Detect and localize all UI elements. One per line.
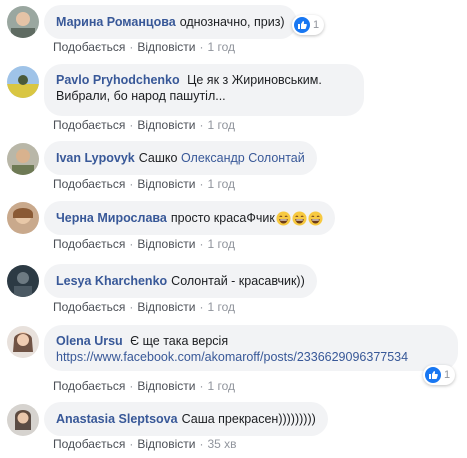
comment-author-link[interactable]: Черна Мирослава (56, 210, 167, 226)
avatar[interactable] (7, 404, 39, 436)
timestamp[interactable]: 1 год (207, 379, 235, 393)
separator-dot: · (129, 300, 134, 314)
comment-author-link[interactable]: Anastasia Sleptsova (56, 411, 178, 427)
reply-link[interactable]: Відповісти (137, 237, 195, 251)
comment-actions: Подобається · Відповісти · 1 год (53, 379, 235, 393)
separator-dot: · (199, 118, 204, 132)
comment-bubble: Марина Романцова однозначно, приз) (44, 5, 297, 39)
timestamp[interactable]: 1 год (207, 177, 235, 191)
like-link[interactable]: Подобається (53, 300, 125, 314)
separator-dot: · (129, 118, 134, 132)
mention-link[interactable]: Олександр Солонтай (181, 150, 305, 166)
comment-bubble: Olena Ursu Є ще така версія https://www.… (44, 325, 458, 371)
like-link[interactable]: Подобається (53, 237, 125, 251)
avatar-photo-icon (7, 6, 39, 38)
reaction-count: 1 (444, 369, 451, 381)
timestamp[interactable]: 1 год (207, 300, 235, 314)
reply-link[interactable]: Відповісти (137, 300, 195, 314)
like-icon (425, 367, 441, 383)
like-link[interactable]: Подобається (53, 177, 125, 191)
like-link[interactable]: Подобається (53, 437, 125, 451)
comment-actions: Подобається · Відповісти · 1 год (53, 40, 235, 54)
timestamp[interactable]: 1 год (207, 118, 235, 132)
post-link[interactable]: https://www.facebook.com/akomaroff/posts… (56, 350, 408, 364)
comment-bubble: Anastasia Sleptsova Саша прекрасен))))))… (44, 402, 328, 436)
reply-link[interactable]: Відповісти (137, 40, 195, 54)
avatar[interactable] (7, 6, 39, 38)
timestamp[interactable]: 1 год (207, 237, 235, 251)
separator-dot: · (129, 437, 134, 451)
avatar-photo-icon (7, 143, 39, 175)
reply-link[interactable]: Відповісти (137, 379, 195, 393)
comment-bubble: Ivan Lypovyk Сашко Олександр Солонтай (44, 141, 317, 175)
comment-author-link[interactable]: Olena Ursu (56, 334, 123, 348)
reply-link[interactable]: Відповісти (137, 437, 195, 451)
comment-actions: Подобається · Відповісти · 1 год (53, 237, 235, 251)
comment-text: Солонтай - красавчик)) (171, 274, 305, 288)
comment-bubble: Lesya Kharchenko Солонтай - красавчик)) (44, 264, 317, 298)
comment-bubble: Черна Мирослава просто красаФчик (44, 201, 335, 235)
like-link[interactable]: Подобається (53, 118, 125, 132)
comment-bubble: Pavlo Pryhodchenko Це як з Жириновським.… (44, 64, 364, 116)
comment-text: однозначно, приз) (179, 15, 285, 29)
avatar[interactable] (7, 143, 39, 175)
comment-actions: Подобається · Відповісти · 1 год (53, 118, 235, 132)
separator-dot: · (129, 237, 134, 251)
separator-dot: · (199, 177, 204, 191)
separator-dot: · (199, 379, 204, 393)
grinning-face-emoji (292, 210, 307, 226)
separator-dot: · (199, 437, 204, 451)
like-link[interactable]: Подобається (53, 40, 125, 54)
reaction-badge[interactable]: 1 (292, 15, 325, 35)
comment-author-link[interactable]: Pavlo Pryhodchenko (56, 73, 180, 87)
comment-author-link[interactable]: Марина Романцова (56, 14, 176, 30)
timestamp[interactable]: 35 хв (207, 437, 236, 451)
comment-actions: Подобається · Відповісти · 1 год (53, 300, 235, 314)
avatar-photo-icon (7, 265, 39, 297)
avatar[interactable] (7, 326, 39, 358)
separator-dot: · (129, 177, 134, 191)
comment-text: Саша прекрасен))))))))) (181, 412, 316, 426)
avatar-photo-icon (7, 404, 39, 436)
avatar[interactable] (7, 66, 39, 98)
separator-dot: · (199, 300, 204, 314)
like-link[interactable]: Подобається (53, 379, 125, 393)
comment-author-link[interactable]: Ivan Lypovyk (56, 150, 135, 166)
separator-dot: · (129, 379, 134, 393)
avatar[interactable] (7, 265, 39, 297)
separator-dot: · (199, 40, 204, 54)
avatar[interactable] (7, 202, 39, 234)
separator-dot: · (129, 40, 134, 54)
separator-dot: · (199, 237, 204, 251)
comment-author-link[interactable]: Lesya Kharchenko (56, 273, 167, 289)
comment-actions: Подобається · Відповісти · 35 хв (53, 437, 237, 451)
comment-text: Сашко (138, 151, 178, 165)
comment-text: Є ще така версія (130, 334, 229, 348)
avatar-photo-icon (7, 326, 39, 358)
reply-link[interactable]: Відповісти (137, 118, 195, 132)
grinning-face-emoji (276, 210, 291, 226)
comment-text: просто красаФчик (170, 211, 275, 225)
timestamp[interactable]: 1 год (207, 40, 235, 54)
grinning-face-emoji (308, 210, 323, 226)
reaction-badge[interactable]: 1 (423, 365, 456, 385)
avatar-photo-icon (7, 66, 39, 98)
reply-link[interactable]: Відповісти (137, 177, 195, 191)
reaction-count: 1 (313, 19, 320, 31)
like-icon (294, 17, 310, 33)
avatar-photo-icon (7, 202, 39, 234)
comment-actions: Подобається · Відповісти · 1 год (53, 177, 235, 191)
